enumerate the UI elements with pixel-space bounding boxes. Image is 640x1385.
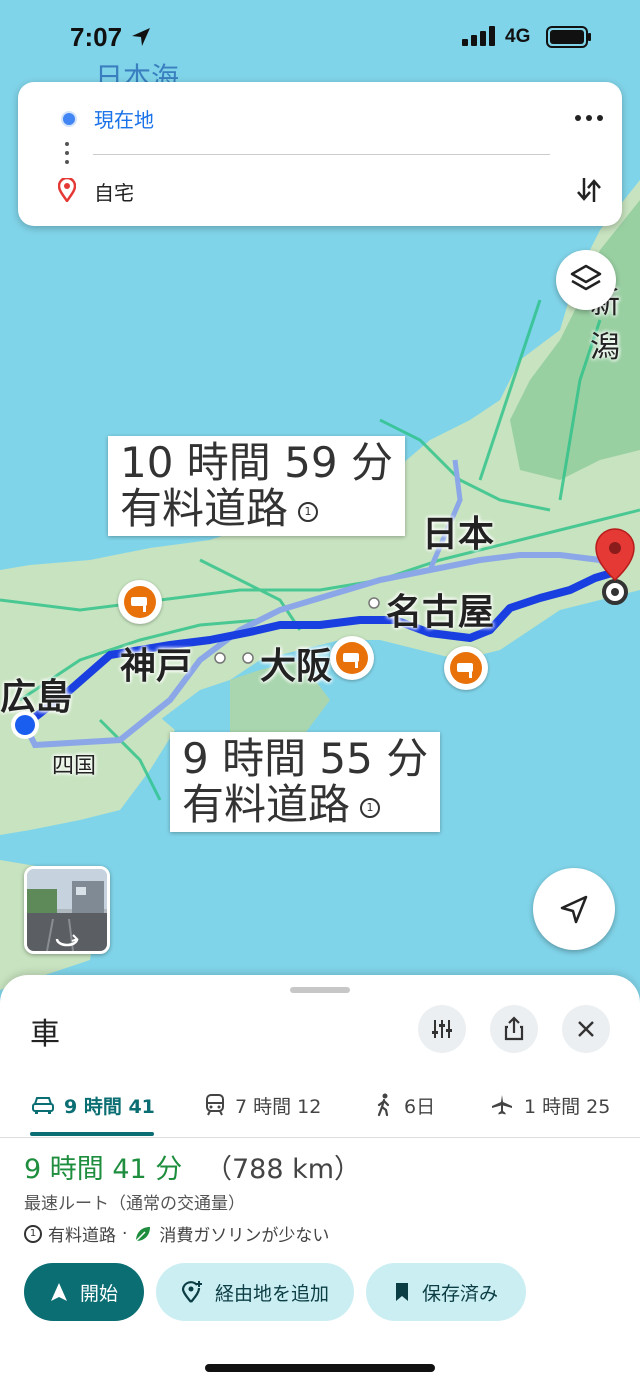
- route-label-primary[interactable]: 9 時間 55 分 有料道路 1: [170, 732, 441, 832]
- tab-transit[interactable]: 7 時間 12: [205, 1075, 321, 1135]
- toll-icon: 1: [360, 797, 381, 818]
- my-location-button[interactable]: [533, 868, 615, 950]
- directions-sheet: 車 9 時間 41 7 時間 12 6日 1 時間 25 9 時間 41 分 （…: [0, 975, 640, 1385]
- swap-icon[interactable]: [573, 174, 605, 206]
- route-alt-note: 有料道路: [120, 484, 289, 533]
- add-stop-button[interactable]: 経由地を追加: [156, 1263, 354, 1321]
- tab-walk-label: 6日: [404, 1095, 436, 1118]
- tag-separator: ·: [122, 1223, 128, 1244]
- route-alt-note-row: 有料道路 1: [120, 486, 393, 532]
- toll-icon: 1: [298, 501, 319, 522]
- saved-button[interactable]: 保存済み: [366, 1263, 526, 1321]
- tab-transit-label: 7 時間 12: [235, 1095, 322, 1118]
- toll-icon: 1: [24, 1224, 42, 1243]
- speed-camera-icon[interactable]: [330, 636, 374, 680]
- tab-car-label: 9 時間 41: [64, 1095, 155, 1118]
- train-icon: [206, 1094, 224, 1116]
- battery-icon: [546, 26, 591, 48]
- origin-field[interactable]: 現在地: [94, 104, 154, 133]
- share-icon: [504, 1016, 524, 1041]
- add-stop-label: 経由地を追加: [214, 1282, 329, 1305]
- share-button[interactable]: [490, 1005, 538, 1053]
- speed-camera-icon[interactable]: [118, 580, 162, 624]
- mode-title: 車: [30, 1017, 60, 1052]
- start-button[interactable]: 開始: [24, 1263, 144, 1321]
- layers-icon: [570, 264, 602, 291]
- layers-button[interactable]: [556, 250, 616, 310]
- bookmark-icon: [395, 1283, 408, 1301]
- map-label-osaka: 大阪: [260, 646, 333, 687]
- origin-dot-icon: [61, 111, 77, 127]
- connector-dots: [65, 142, 69, 169]
- destination-field[interactable]: 自宅: [94, 177, 134, 206]
- map-label-japan: 日本: [422, 514, 495, 555]
- tag-toll: 有料道路: [48, 1226, 116, 1246]
- location-arrow-icon: [132, 28, 150, 46]
- start-label: 開始: [79, 1282, 118, 1305]
- network-type: 4G: [505, 26, 531, 47]
- car-icon: [32, 1097, 54, 1114]
- tab-flight[interactable]: 1 時間 25: [490, 1075, 610, 1135]
- route-primary-note: 有料道路: [182, 780, 351, 829]
- directions-card: 現在地 自宅: [18, 82, 622, 226]
- signal-icon: [462, 26, 495, 46]
- map-label-nagoya: 名古屋: [386, 592, 495, 633]
- home-indicator[interactable]: [205, 1364, 435, 1372]
- route-options-button[interactable]: [418, 1005, 466, 1053]
- map-label-hiroshima: 広島: [0, 677, 73, 718]
- route-primary-duration: 9 時間 55 分: [182, 734, 429, 783]
- tab-car[interactable]: 9 時間 41: [32, 1075, 155, 1135]
- route-description: 最速ルート（通常の交通量）: [24, 1194, 245, 1214]
- close-button[interactable]: [562, 1005, 610, 1053]
- map-label-kobe: 神戸: [120, 646, 193, 687]
- more-options-icon[interactable]: [570, 106, 610, 130]
- tab-walk[interactable]: 6日: [374, 1075, 435, 1135]
- tab-flight-label: 1 時間 25: [524, 1095, 611, 1118]
- leaf-icon: [135, 1226, 151, 1242]
- route-distance: （788 km）: [205, 1154, 362, 1185]
- sliders-icon: [432, 1020, 452, 1038]
- tag-eco: 消費ガソリンが少ない: [159, 1226, 330, 1246]
- status-bar: 7:07 4G: [0, 0, 640, 70]
- walk-icon: [377, 1093, 390, 1117]
- speed-camera-icon[interactable]: [444, 646, 488, 690]
- street-view-image: [27, 869, 107, 951]
- status-time: 7:07: [70, 22, 123, 52]
- destination-pin-icon: [58, 178, 76, 202]
- map-label-shikoku: 四国: [52, 754, 97, 779]
- plane-icon: [492, 1095, 512, 1115]
- travel-mode-tabs: 9 時間 41 7 時間 12 6日 1 時間 25: [0, 1075, 640, 1138]
- route-alt-duration: 10 時間 59 分: [120, 438, 393, 487]
- saved-label: 保存済み: [421, 1282, 498, 1305]
- route-duration: 9 時間 41 分: [24, 1154, 183, 1185]
- navigation-icon: [50, 1283, 67, 1301]
- add-location-icon: [181, 1281, 202, 1303]
- route-primary-note-row: 有料道路 1: [182, 782, 428, 828]
- sheet-drag-handle[interactable]: [290, 987, 350, 993]
- route-label-alt[interactable]: 10 時間 59 分 有料道路 1: [108, 436, 405, 536]
- close-icon: [578, 1021, 594, 1037]
- active-tab-indicator: [30, 1132, 154, 1136]
- street-view-thumbnail[interactable]: [24, 866, 110, 954]
- route-tags: 1 有料道路 · 消費ガソリンが少ない: [24, 1221, 329, 1246]
- navigation-arrow-icon: [560, 895, 588, 924]
- divider: [93, 154, 550, 155]
